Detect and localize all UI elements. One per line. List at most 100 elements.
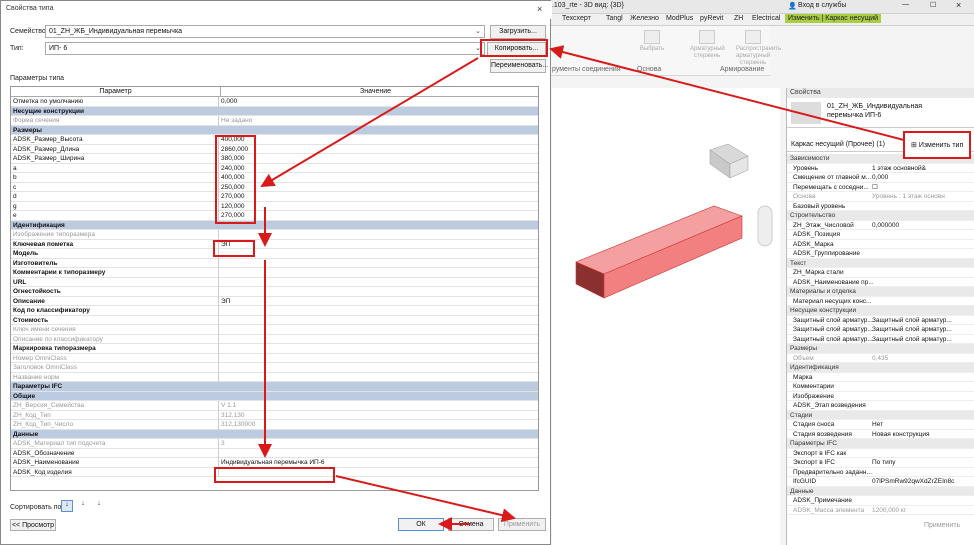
minimize-icon[interactable]: — xyxy=(902,1,909,8)
properties-section-header[interactable]: Данные xyxy=(787,486,974,496)
property-value[interactable]: 07lPSmRw92qwXdZrZEIn8c xyxy=(872,477,968,487)
sort-ascending-icon[interactable]: ↓ xyxy=(61,500,73,512)
edit-type-button[interactable]: ⊞ Изменить тип xyxy=(903,131,971,159)
param-value[interactable]: ЭП xyxy=(221,240,530,250)
properties-row[interactable]: ZH_Марка стали xyxy=(787,268,974,278)
ok-button[interactable]: ОК xyxy=(398,518,444,531)
properties-row[interactable]: Экспорт в IFC По типу xyxy=(787,458,974,468)
tab-techexpert[interactable]: Техсхерт xyxy=(562,15,591,22)
family-combo[interactable]: 01_ZH_ЖБ_Индивидуальная перемычка ⌄ xyxy=(45,25,485,38)
table-row[interactable]: g 120,000 xyxy=(11,201,538,212)
table-row[interactable]: ZH_Версия_Семейства V 1.1 xyxy=(11,401,538,411)
properties-row[interactable]: ADSK_Масса элемента 1200,000 кг xyxy=(787,506,974,515)
table-row[interactable]: Стоимость xyxy=(11,315,538,325)
table-row[interactable]: URL xyxy=(11,277,538,287)
tab-tangl[interactable]: Tangl xyxy=(606,15,623,22)
param-value[interactable]: 120,000 xyxy=(221,202,530,212)
properties-row[interactable]: ADSK_Марка xyxy=(787,240,974,249)
properties-row[interactable]: Экспорт в IFC как xyxy=(787,449,974,458)
param-value[interactable]: 400,000 xyxy=(221,135,530,145)
table-row[interactable]: ADSK_Размер_Ширина 380,000 xyxy=(11,154,538,164)
sort-descending-icon[interactable]: ↓ xyxy=(77,500,89,512)
table-row[interactable]: Заголовок OmniClass xyxy=(11,363,538,373)
tab-modify-framing[interactable]: Изменить | Каркас несущий xyxy=(785,14,882,23)
properties-row[interactable]: IfcGUID 07lPSmRw92qwXdZrZEIn8c xyxy=(787,477,974,487)
param-value[interactable]: ЭП xyxy=(221,297,530,307)
properties-row[interactable]: Перемещать с соседни... ☐ xyxy=(787,183,974,193)
ribbon-select-button[interactable]: Выбрать xyxy=(635,30,669,66)
properties-row[interactable]: ADSK_Группирование xyxy=(787,249,974,259)
properties-row[interactable]: Стадия возведения Новая конструкция xyxy=(787,430,974,440)
table-row[interactable]: Изготовитель xyxy=(11,258,538,268)
user-icon[interactable]: 👤 xyxy=(788,2,797,10)
property-value[interactable]: ☐ xyxy=(872,183,968,193)
tab-modplus[interactable]: ModPlus xyxy=(666,15,693,22)
properties-section-header[interactable]: Несущие конструкции xyxy=(787,306,974,316)
properties-section-header[interactable]: Строительство xyxy=(787,211,974,221)
table-row[interactable]: Комментарии к типоразмеру xyxy=(11,268,538,278)
param-value[interactable]: 270,000 xyxy=(221,211,530,221)
param-value[interactable]: 240,000 xyxy=(221,164,530,174)
properties-section-header[interactable]: Размеры xyxy=(787,344,974,354)
properties-row[interactable]: Марка xyxy=(787,373,974,382)
properties-row[interactable]: Защитный слой арматур... Защитный слой ар… xyxy=(787,316,974,326)
table-row[interactable]: Форма сечения Не задано xyxy=(11,116,538,126)
table-row[interactable]: ZH_Код_Тип 312,130 xyxy=(11,410,538,420)
tab-electrical[interactable]: Electrical xyxy=(752,15,780,22)
param-value[interactable]: 270,000 xyxy=(221,192,530,202)
properties-row[interactable]: Основа Уровень : 1 этаж основн xyxy=(787,192,974,202)
property-value[interactable]: По типу xyxy=(872,458,968,468)
param-value[interactable]: 400,000 xyxy=(221,173,530,183)
properties-row[interactable]: ADSK_Примечание xyxy=(787,496,974,506)
property-value[interactable]: 0,000000 xyxy=(872,221,968,231)
dialog-close-icon[interactable]: × xyxy=(537,4,549,16)
properties-row[interactable]: Комментарии xyxy=(787,382,974,392)
param-value[interactable]: 0,000 xyxy=(221,97,530,107)
tab-zhelezno[interactable]: Железно xyxy=(630,15,659,22)
apply-button[interactable]: Применить xyxy=(498,518,546,531)
table-row[interactable]: Код по классификатору xyxy=(11,306,538,316)
properties-row[interactable]: Защитный слой арматур... Защитный слой ар… xyxy=(787,335,974,345)
maximize-icon[interactable]: ☐ xyxy=(930,1,936,9)
property-value[interactable]: Защитный слой арматур... xyxy=(872,335,968,345)
table-row[interactable]: ADSK_Обозначение xyxy=(11,448,538,458)
tab-zh[interactable]: ZH xyxy=(734,15,743,22)
table-row[interactable]: ADSK_Размер_Высота 400,000 xyxy=(11,135,538,145)
table-section-header[interactable]: Данные xyxy=(11,429,538,439)
table-section-header[interactable]: Размеры xyxy=(11,125,538,135)
table-row[interactable]: Описание по классификатору xyxy=(11,334,538,344)
table-row[interactable]: ZH_Код_Тип_Число 312,130000 xyxy=(11,420,538,430)
table-row[interactable]: b 400,000 xyxy=(11,173,538,183)
table-row[interactable]: Номер OmniClass xyxy=(11,353,538,363)
signin-link[interactable]: Вход в службы xyxy=(798,2,846,9)
properties-row[interactable]: Уровень 1 этаж основной& xyxy=(787,164,974,174)
properties-section-header[interactable]: Параметры IFC xyxy=(787,439,974,449)
property-value[interactable]: Нет xyxy=(872,420,968,430)
param-value[interactable]: 250,000 xyxy=(221,183,530,193)
type-selector[interactable]: 01_ZH_ЖБ_Индивидуальная перемычка ИП-6 xyxy=(787,98,974,128)
table-row[interactable]: c 250,000 xyxy=(11,182,538,193)
properties-row[interactable]: ADSK_Позиция xyxy=(787,230,974,240)
property-value[interactable]: Новая конструкция xyxy=(872,430,968,440)
rename-button[interactable]: Переименовать... xyxy=(490,59,548,73)
close-icon[interactable]: × xyxy=(956,0,961,10)
table-row[interactable]: Огнестойкость xyxy=(11,287,538,297)
table-row[interactable]: Модель xyxy=(11,249,538,259)
ribbon-distribute-button[interactable]: Распространить арматурный стержень xyxy=(736,30,781,66)
table-row[interactable]: Описание ЭП xyxy=(11,296,538,307)
param-value[interactable]: 2860,000 xyxy=(221,145,530,155)
properties-row[interactable]: Объем 0,435 xyxy=(787,354,974,363)
table-section-header[interactable]: Идентификация xyxy=(11,220,538,230)
properties-section-header[interactable]: Материалы и отделка xyxy=(787,287,974,297)
properties-row[interactable]: Смещение от главной м... 0,000 xyxy=(787,173,974,183)
properties-row[interactable]: Стадия сноса Нет xyxy=(787,420,974,430)
properties-row[interactable]: ADSK_Наименование пр... xyxy=(787,278,974,287)
property-value[interactable]: 1 этаж основной& xyxy=(872,164,968,174)
table-row[interactable]: Отметка по умолчанию 0,000 xyxy=(11,97,538,107)
property-value[interactable]: Защитный слой арматур... xyxy=(872,316,968,326)
property-value[interactable]: Защитный слой арматур... xyxy=(872,325,968,335)
table-row[interactable]: Название норм xyxy=(11,372,538,382)
table-row[interactable]: ADSK_Материал тип подсчета 3 xyxy=(11,439,538,449)
properties-apply-button[interactable]: Применить xyxy=(924,522,972,532)
load-button[interactable]: Загрузить... xyxy=(490,25,546,39)
